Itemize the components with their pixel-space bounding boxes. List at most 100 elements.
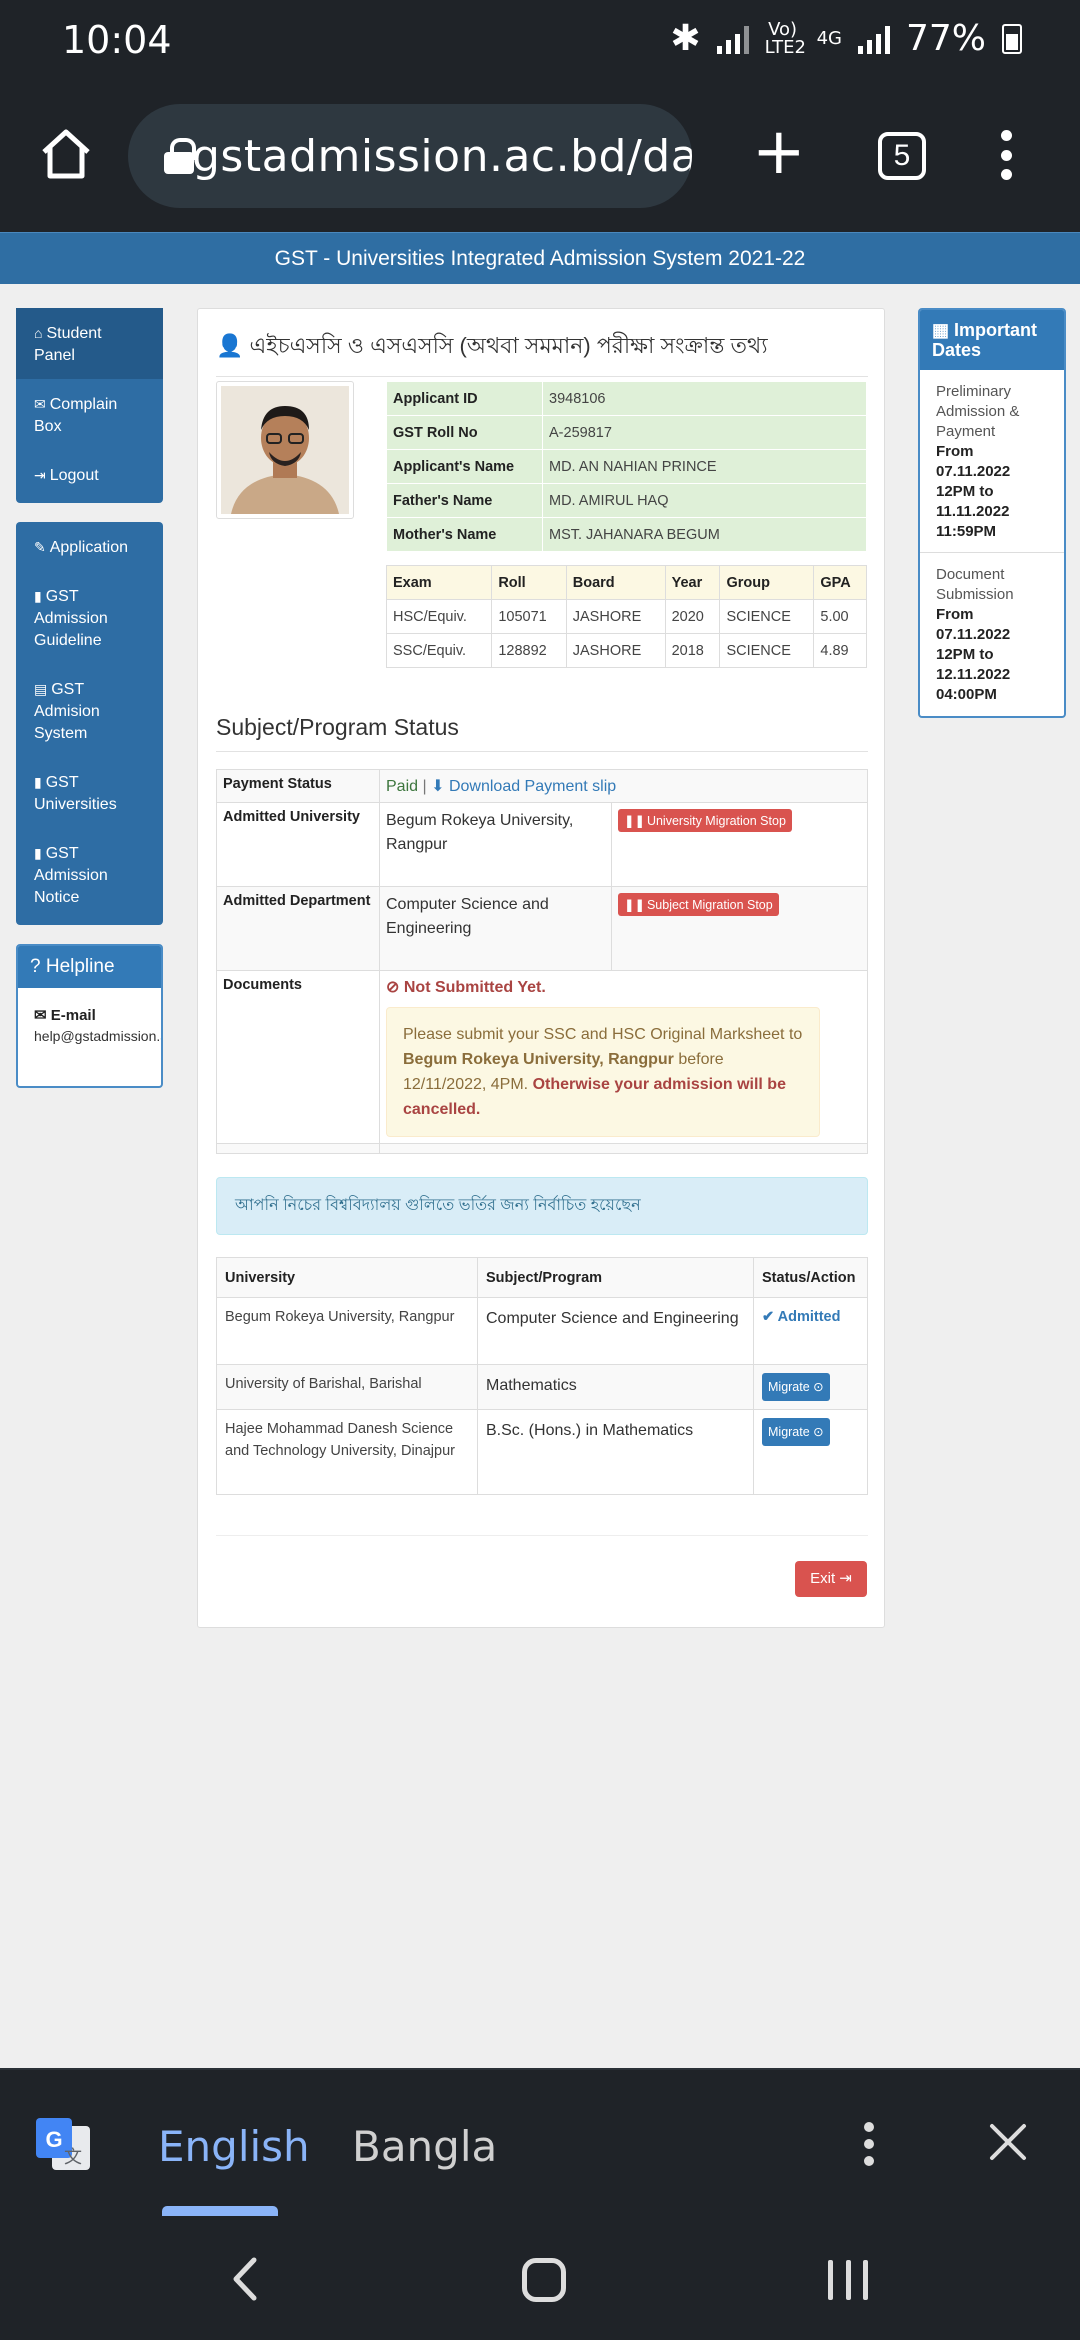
applicant-photo (216, 381, 354, 519)
svg-text:文: 文 (64, 2147, 82, 2168)
main-card: 👤 এইচএসসি ও এসএসসি (অথবা সমমান) পরীক্ষা … (197, 308, 885, 1628)
info-value: MST. JAHANARA BEGUM (542, 517, 867, 552)
sign-out-icon: ⇥ (839, 1570, 852, 1587)
language-tab-english[interactable]: English (158, 2122, 310, 2171)
exam-col-header: Year (664, 565, 721, 600)
program-cell: Computer Science and Engineering (477, 1297, 754, 1365)
selected-universities-table: University Subject/Program Status/Action… (216, 1257, 868, 1495)
tab-switcher-button[interactable]: 5 (878, 132, 926, 180)
download-payment-slip-link[interactable]: Download Payment slip (449, 778, 616, 795)
page-title: 👤 এইচএসসি ও এসএসসি (অথবা সমমান) পরীক্ষা … (216, 329, 868, 377)
important-dates-panel: ▦ Important Dates Preliminary Admission … (918, 308, 1066, 718)
arrow-circle-icon: ⊙ (813, 1425, 824, 1439)
exam-cell: 2018 (664, 633, 721, 668)
sidebar-item-student-panel[interactable]: ⌂ Student Panel (16, 308, 163, 379)
network-label: Vo) LTE2 (764, 18, 806, 58)
date-from: 07.11.2022 12PM to (936, 463, 1011, 500)
book-icon: ▮ (34, 845, 42, 861)
sidebar-item-complain-box[interactable]: ✉ Complain Box (16, 379, 163, 450)
sidebar-item-label: Application (49, 539, 129, 556)
subject-migration-cell: ❚❚ Subject Migration Stop (611, 886, 868, 971)
date-to: 12.11.2022 04:00PM (936, 666, 1011, 703)
sidebar-item-logout[interactable]: ⇥ Logout (16, 450, 163, 503)
sidebar-item-label: Logout (49, 467, 99, 484)
table-row: Begum Rokeya University, Rangpur Compute… (216, 1297, 868, 1365)
date-from: 07.11.2022 12PM to (936, 626, 1011, 663)
subject-migration-stop-badge: ❚❚ Subject Migration Stop (618, 893, 779, 916)
documents-status: ⊘ Not Submitted Yet. (386, 977, 861, 997)
pause-icon: ❚❚ (624, 898, 645, 912)
helpline-email[interactable]: help@gstadmission.ac.bd (18, 1024, 161, 1044)
date-entry: Preliminary Admission & Payment From 07.… (920, 370, 1064, 552)
sidebar-item-notice[interactable]: ▮ GST Admission Notice (16, 828, 163, 925)
bluetooth-icon: ✱ (670, 18, 701, 59)
info-key: Father's Name (386, 483, 543, 518)
sidebar-item-admission-system[interactable]: ▤ GST Admision System (16, 664, 163, 757)
avatar (221, 386, 349, 514)
recent-apps-icon[interactable] (828, 2260, 868, 2300)
pause-icon: ❚❚ (624, 814, 645, 828)
translate-menu-icon[interactable] (864, 2122, 876, 2166)
info-value: MD. AN NAHIAN PRINCE (542, 449, 867, 484)
table-row: Applicant's Name MD. AN NAHIAN PRINCE (386, 449, 867, 484)
migrate-label: Migrate (768, 1425, 810, 1439)
close-icon[interactable] (986, 2120, 1030, 2164)
date-to: 11.11.2022 11:59PM (936, 503, 1010, 540)
sidebar-item-guideline[interactable]: ▮ GST Admission Guideline (16, 571, 163, 664)
badge-text: University Migration Stop (646, 814, 786, 828)
language-tab-bangla[interactable]: Bangla (352, 2122, 497, 2171)
status-icons: ✱ Vo) LTE2 4G 77% (670, 18, 1022, 59)
google-translate-icon[interactable]: G 文 (34, 2116, 92, 2174)
col-header-action: Status/Action (753, 1257, 868, 1298)
book-icon: ▮ (34, 774, 42, 790)
admitted-university-value: Begum Rokeya University, Rangpur (379, 802, 612, 887)
date-from-label: From (936, 606, 974, 623)
exit-button[interactable]: Exit ⇥ (795, 1561, 867, 1597)
exam-cell: 105071 (491, 599, 567, 634)
exam-cell: JASHORE (565, 633, 666, 668)
helpline-panel: ? Helpline ✉ E-mail help@gstadmission.ac… (16, 944, 163, 1088)
exam-cell: JASHORE (565, 599, 666, 634)
selection-alert: আপনি নিচের বিশ্ববিদ্যালয় গুলিতে ভর্তির … (216, 1177, 868, 1235)
payment-status: Paid (386, 778, 419, 795)
exam-col-header: GPA (813, 565, 867, 600)
documents-row: Documents ⊘ Not Submitted Yet. Please su… (216, 970, 868, 1144)
sidebar-item-label: GST Universities (34, 774, 117, 813)
sidebar-item-application[interactable]: ✎ Application (16, 522, 163, 571)
sidebar-item-label: Student Panel (34, 325, 102, 364)
home-icon[interactable] (38, 126, 94, 182)
network-type: 4G (816, 27, 842, 49)
date-event: Preliminary Admission & Payment (936, 383, 1020, 440)
program-cell: B.Sc. (Hons.) in Mathematics (477, 1409, 754, 1495)
warning-text: Please submit your SSC and HSC Original … (403, 1026, 803, 1043)
user-icon: 👤 (216, 333, 250, 358)
university-migration-cell: ❚❚ University Migration Stop (611, 802, 868, 887)
payment-row: Payment Status Paid | ⬇ Download Payment… (216, 769, 868, 803)
info-value: 3948106 (542, 381, 867, 416)
sidebar-item-label: GST Admission Notice (34, 845, 108, 906)
signal-icon (716, 24, 749, 54)
exam-results-table: Exam Roll Board Year Group GPA HSC/Equiv. 1050… (385, 565, 867, 668)
new-tab-icon[interactable]: + (752, 120, 806, 184)
download-icon[interactable]: ⬇ (431, 778, 444, 795)
info-key: Mother's Name (386, 517, 543, 552)
battery-text: 77% (905, 18, 986, 59)
status-bar: 10:04 ✱ Vo) LTE2 4G 77% (0, 0, 1080, 80)
exam-cell: 128892 (491, 633, 567, 668)
back-icon[interactable] (226, 2256, 266, 2302)
exam-col-header: Roll (491, 565, 567, 600)
exam-cell: 2020 (664, 599, 721, 634)
action-cell: Migrate ⊙ (753, 1364, 868, 1410)
admitted-department-row: Admitted Department Computer Science and… (216, 886, 868, 971)
migrate-button[interactable]: Migrate ⊙ (762, 1418, 830, 1446)
page-title-text: এইচএসসি ও এসএসসি (অথবা সমমান) পরীক্ষা সং… (249, 333, 768, 358)
info-key: GST Roll No (386, 415, 543, 450)
migrate-button[interactable]: Migrate ⊙ (762, 1373, 830, 1401)
documents-warning: Please submit your SSC and HSC Original … (386, 1007, 820, 1137)
battery-icon (1002, 23, 1022, 54)
address-bar[interactable]: gstadmission.ac.bd/da (128, 104, 692, 208)
admitted-status: ✔ Admitted (762, 1309, 840, 1325)
home-button[interactable] (522, 2258, 566, 2302)
browser-menu-icon[interactable] (998, 130, 1014, 180)
sidebar-item-universities[interactable]: ▮ GST Universities (16, 757, 163, 828)
